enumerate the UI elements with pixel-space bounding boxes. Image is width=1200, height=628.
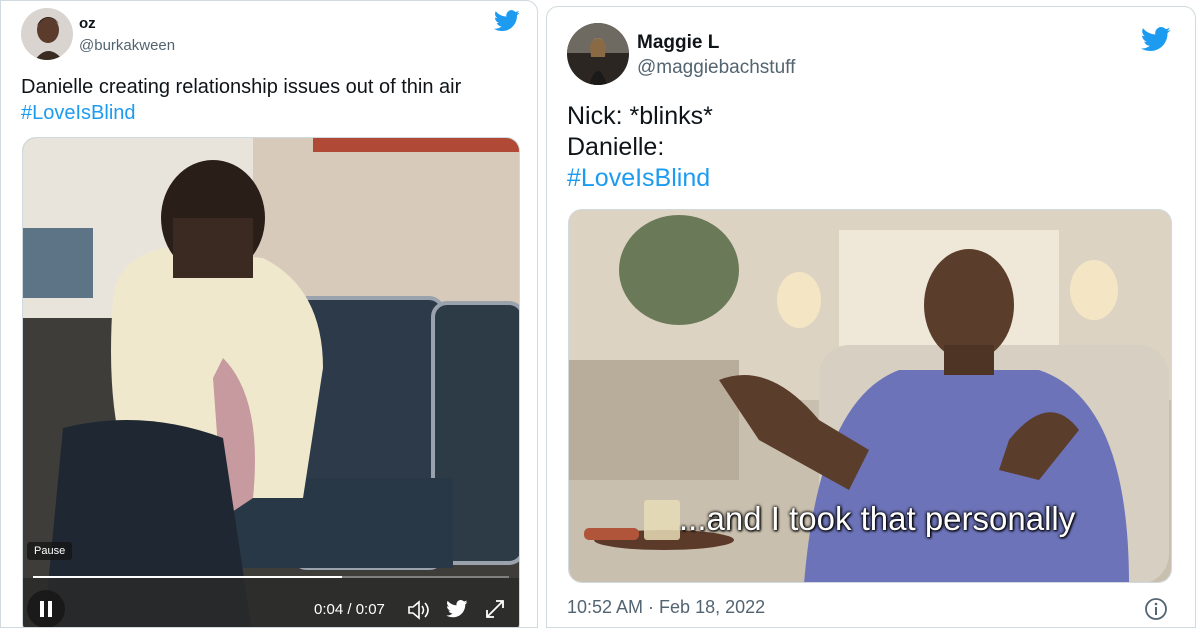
video-frame: [23, 138, 519, 627]
info-icon[interactable]: [1144, 597, 1168, 626]
tweet-card-maggie: Maggie L @maggiebachstuff Nick: *blinks*…: [546, 6, 1196, 628]
video-player[interactable]: [22, 137, 520, 627]
volume-icon[interactable]: [406, 599, 430, 626]
video-progress-fill: [33, 576, 343, 578]
fullscreen-icon[interactable]: [484, 598, 506, 625]
tweet-body: Danielle creating relationship issues ou…: [21, 76, 462, 98]
tweet-text: Nick: *blinks* Danielle: #LoveIsBlind: [567, 101, 713, 194]
display-name[interactable]: Maggie L: [637, 32, 719, 54]
tweet-image[interactable]: ...and I took that personally: [568, 209, 1172, 583]
tweet-line: Danielle:: [567, 133, 665, 161]
avatar[interactable]: [567, 23, 629, 85]
tweet-line: Nick: *blinks*: [567, 102, 713, 130]
user-handle[interactable]: @maggiebachstuff: [637, 57, 795, 79]
pause-tooltip: Pause: [27, 542, 73, 560]
twitter-bird-icon[interactable]: [1141, 27, 1171, 57]
video-progress-bar[interactable]: [33, 576, 509, 578]
twitter-bird-icon[interactable]: [494, 10, 520, 37]
meme-caption: ...and I took that personally: [679, 500, 1076, 537]
tweet-text: Danielle creating relationship issues ou…: [21, 74, 461, 126]
video-time: 0:04 / 0:07: [314, 601, 385, 618]
twitter-bird-icon[interactable]: [446, 600, 468, 623]
pause-icon[interactable]: [27, 590, 65, 627]
display-name[interactable]: oz: [79, 15, 96, 32]
tweet-timestamp[interactable]: 10:52 AM · Feb 18, 2022: [567, 597, 765, 618]
user-handle[interactable]: @burkakween: [79, 37, 175, 54]
tweet-card-oz: oz @burkakween Danielle creating relatio…: [0, 0, 538, 628]
hashtag-link[interactable]: #LoveIsBlind: [567, 163, 713, 194]
hashtag-link[interactable]: #LoveIsBlind: [21, 100, 461, 126]
avatar[interactable]: [21, 8, 73, 60]
